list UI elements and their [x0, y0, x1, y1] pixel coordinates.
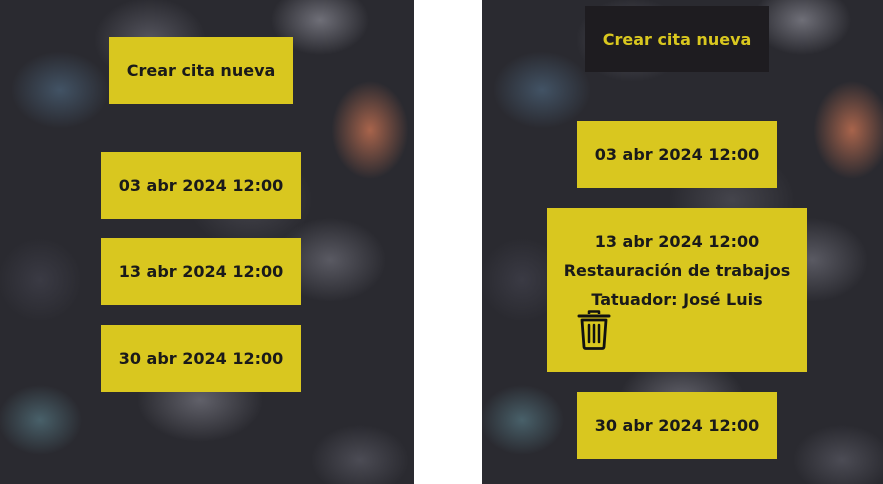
create-appointment-label: Crear cita nueva	[126, 61, 276, 80]
appointments-panel-expanded: Crear cita nueva 03 abr 2024 12:00 13 ab…	[482, 0, 883, 484]
create-appointment-button[interactable]: Crear cita nueva	[109, 37, 293, 104]
appointment-item-expanded[interactable]: 13 abr 2024 12:00 Restauración de trabaj…	[547, 208, 807, 372]
appointment-item[interactable]: 03 abr 2024 12:00	[577, 121, 777, 188]
appointment-date: 03 abr 2024 12:00	[594, 145, 760, 164]
appointment-date: 13 abr 2024 12:00	[594, 232, 760, 251]
appointment-date: 03 abr 2024 12:00	[118, 176, 284, 195]
trash-icon[interactable]	[577, 310, 611, 350]
appointment-date: 13 abr 2024 12:00	[118, 262, 284, 281]
appointment-date: 30 abr 2024 12:00	[594, 416, 760, 435]
create-appointment-label: Crear cita nueva	[602, 29, 752, 49]
trash-icon-graphic	[577, 310, 611, 350]
appointment-item[interactable]: 30 abr 2024 12:00	[577, 392, 777, 459]
create-appointment-button[interactable]: Crear cita nueva	[585, 6, 769, 72]
appointments-panel-default: Crear cita nueva 03 abr 2024 12:00 13 ab…	[0, 0, 414, 484]
appointment-date: 30 abr 2024 12:00	[118, 349, 284, 368]
appointment-item[interactable]: 13 abr 2024 12:00	[101, 238, 301, 305]
appointment-artist: Tatuador: José Luis	[591, 290, 763, 309]
appointment-service: Restauración de trabajos	[563, 261, 791, 280]
appointment-item[interactable]: 03 abr 2024 12:00	[101, 152, 301, 219]
appointment-item[interactable]: 30 abr 2024 12:00	[101, 325, 301, 392]
